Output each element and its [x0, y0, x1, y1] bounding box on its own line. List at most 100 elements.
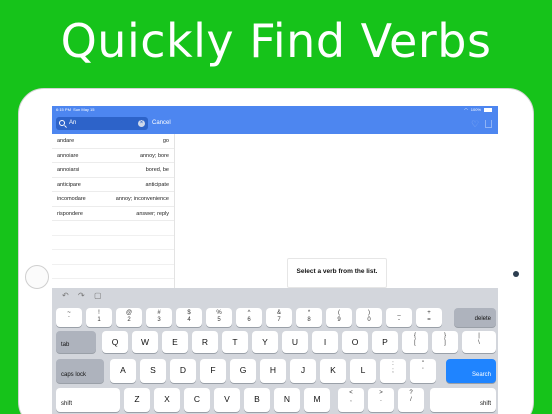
list-item[interactable]: anticipare anticipate — [52, 178, 174, 192]
key-top: + — [427, 310, 431, 316]
verb-translation: go — [162, 138, 169, 144]
key-k[interactable]: K — [320, 359, 346, 383]
key-bot: 1 — [97, 317, 101, 323]
key-bot: - — [398, 317, 400, 323]
key-a[interactable]: A — [110, 359, 136, 383]
paste-icon[interactable]: ▢ — [94, 291, 102, 300]
key-b[interactable]: B — [244, 388, 270, 412]
key-m[interactable]: M — [304, 388, 330, 412]
key-9[interactable]: (9 — [326, 308, 352, 327]
key-i[interactable]: I — [312, 331, 338, 353]
key-pipe[interactable]: | \ — [462, 331, 496, 353]
key-j[interactable]: J — [290, 359, 316, 383]
empty-row — [52, 265, 174, 279]
list-item[interactable]: rispondere answer; reply — [52, 207, 174, 221]
key-top: ^ — [247, 310, 251, 316]
list-item[interactable]: incomodare annoy; inconvenience — [52, 192, 174, 207]
key-y[interactable]: Y — [252, 331, 278, 353]
key-label: J — [300, 365, 306, 375]
key-l[interactable]: L — [350, 359, 376, 383]
key-c[interactable]: C — [184, 388, 210, 412]
key-label: K — [330, 365, 336, 375]
status-date: Sun May 15 — [73, 107, 95, 112]
share-icon[interactable] — [485, 120, 492, 128]
search-icon — [59, 120, 65, 126]
key-2[interactable]: @2 — [116, 308, 142, 327]
search-value: An — [69, 120, 77, 126]
key-question[interactable]: ? / — [398, 388, 424, 412]
key-greater-than[interactable]: >. — [368, 388, 394, 412]
key-5[interactable]: % 5 — [206, 308, 232, 327]
key-7[interactable]: & 7 — [266, 308, 292, 327]
caps-lock-key[interactable]: caps lock — [56, 359, 104, 383]
key-colon[interactable]: :; — [380, 359, 406, 383]
key-p[interactable]: P — [372, 331, 398, 353]
key-x[interactable]: X — [154, 388, 180, 412]
key-z[interactable]: Z — [124, 388, 150, 412]
key-v[interactable]: V — [214, 388, 240, 412]
list-item[interactable]: andare go — [52, 134, 174, 149]
key-q[interactable]: Q — [102, 331, 128, 353]
key-label: I — [323, 337, 327, 347]
key-label: shift — [479, 401, 491, 407]
key-t[interactable]: T — [222, 331, 248, 353]
key-tilde[interactable]: ~ ` — [56, 308, 82, 327]
key-minus[interactable]: _ - — [386, 308, 412, 327]
key-w[interactable]: W — [132, 331, 158, 353]
key-bot: ' — [422, 368, 424, 374]
heart-icon[interactable]: ♡ — [471, 120, 480, 129]
key-bot: 7 — [277, 317, 281, 323]
search-key[interactable]: Search — [446, 359, 496, 383]
wifi-icon: ◠ — [464, 107, 468, 112]
status-time: 6:15 PM — [56, 107, 71, 112]
key-quote[interactable]: " ' — [410, 359, 436, 383]
list-item[interactable]: annoiare annoy; bore — [52, 149, 174, 163]
key-label: R — [201, 337, 209, 347]
verb-translation: bored, be — [145, 167, 169, 173]
key-e[interactable]: E — [162, 331, 188, 353]
master-nav-bar: An × Cancel — [52, 114, 175, 134]
key-bot: = — [427, 317, 431, 323]
key-6[interactable]: ^ 6 — [236, 308, 262, 327]
key-equals[interactable]: + = — [416, 308, 442, 327]
shift-left-key[interactable]: shift — [56, 388, 120, 412]
key-label: Search — [471, 372, 491, 378]
key-top: _ — [397, 310, 401, 316]
key-less-than[interactable]: <, — [338, 388, 364, 412]
key-f[interactable]: F — [200, 359, 226, 383]
key-4[interactable]: $4 — [176, 308, 202, 327]
key-label: A — [120, 365, 126, 375]
key-label: U — [291, 337, 299, 347]
verb-name: annoiarsi — [57, 167, 80, 173]
key-d[interactable]: D — [170, 359, 196, 383]
shift-right-key[interactable]: shift — [430, 388, 496, 412]
key-u[interactable]: U — [282, 331, 308, 353]
tab-key[interactable]: tab — [56, 331, 96, 353]
key-n[interactable]: N — [274, 388, 300, 412]
key-g[interactable]: G — [230, 359, 256, 383]
key-1[interactable]: ! 1 — [86, 308, 112, 327]
key-r[interactable]: R — [192, 331, 218, 353]
key-label: M — [313, 394, 321, 404]
key-s[interactable]: S — [140, 359, 166, 383]
search-input[interactable]: An × — [56, 117, 148, 130]
undo-icon[interactable]: ↶ — [62, 291, 69, 300]
key-top: < — [349, 390, 353, 396]
key-o[interactable]: O — [342, 331, 368, 353]
key-label: T — [232, 337, 238, 347]
key-brace-open[interactable]: {[ — [402, 331, 428, 353]
redo-icon[interactable]: ↷ — [78, 291, 85, 300]
cancel-button[interactable]: Cancel — [152, 117, 171, 130]
key-0[interactable]: ) 0 — [356, 308, 382, 327]
key-label: Q — [111, 337, 119, 347]
key-8[interactable]: * 8 — [296, 308, 322, 327]
key-brace-close[interactable]: }] — [432, 331, 458, 353]
delete-key[interactable]: delete — [454, 308, 496, 327]
key-top: ! — [98, 310, 100, 316]
clear-icon[interactable]: × — [138, 120, 145, 127]
key-h[interactable]: H — [260, 359, 286, 383]
key-bot: 0 — [367, 317, 371, 323]
detail-placeholder: Select a verb from the list. — [287, 258, 387, 288]
key-3[interactable]: #3 — [146, 308, 172, 327]
list-item[interactable]: annoiarsi bored, be — [52, 163, 174, 178]
